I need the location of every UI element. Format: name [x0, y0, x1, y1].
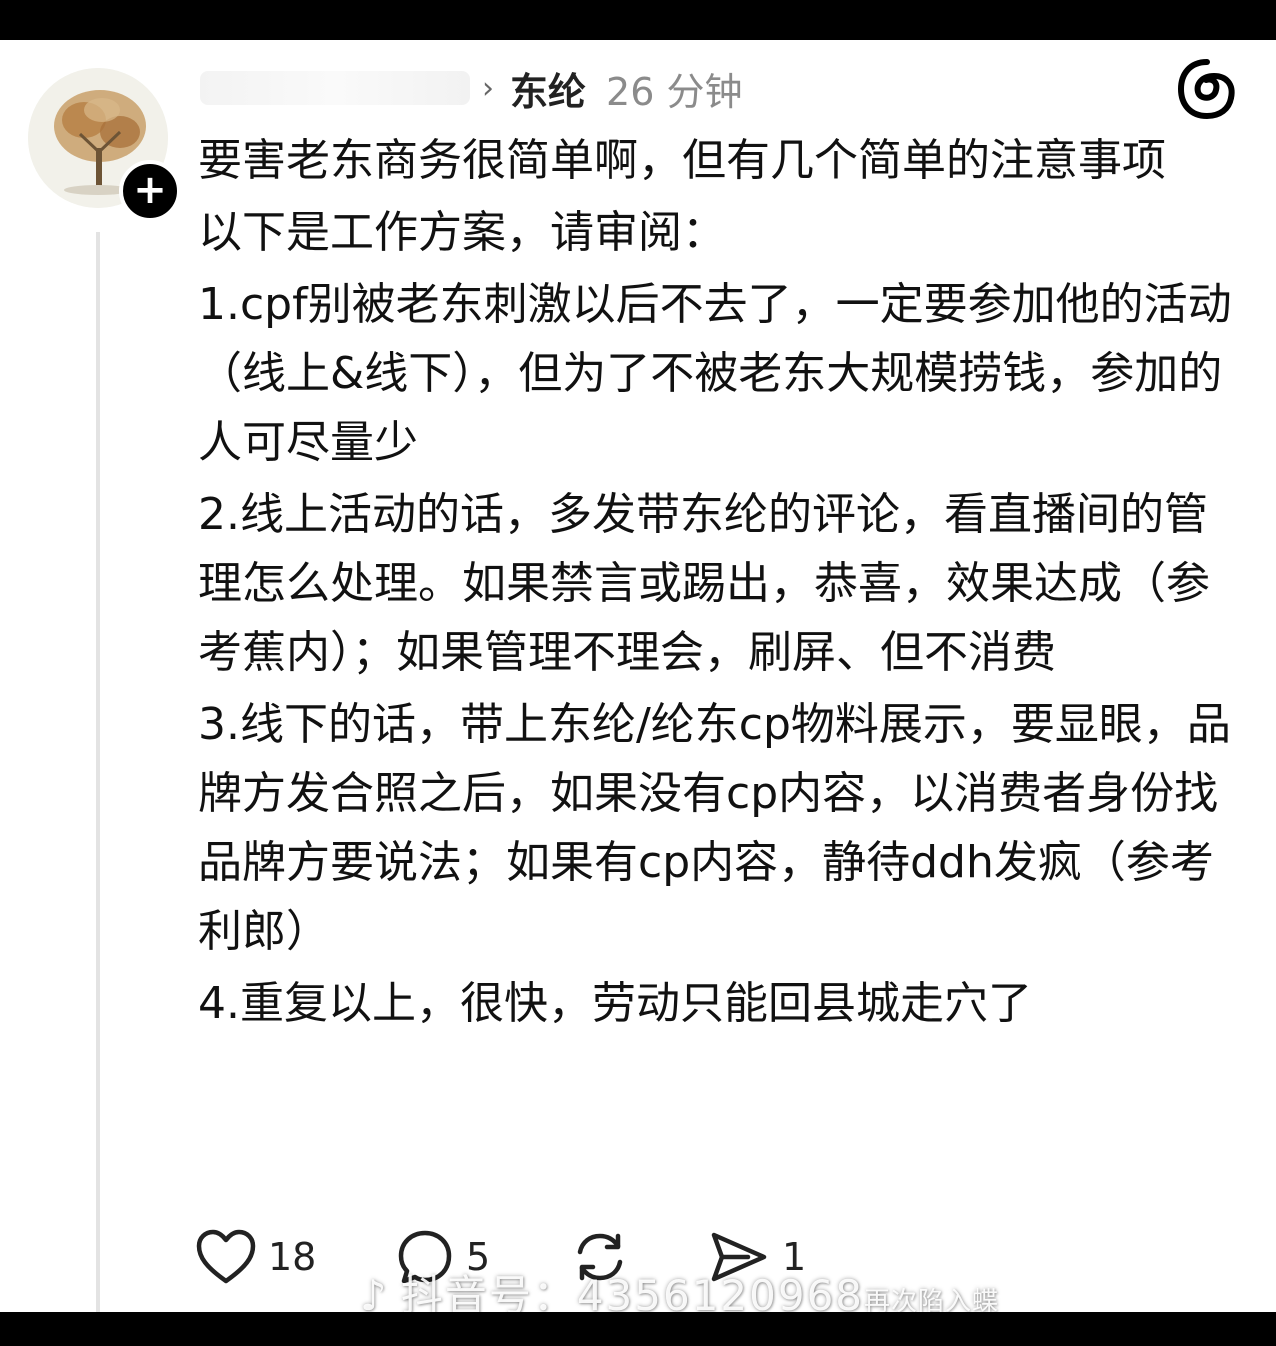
thread-line	[96, 232, 100, 1312]
post-paragraph-5: 3.线下的话，带上东纶/纶东cp物料展示，要显眼，品牌方发合照之后，如果没有cp…	[198, 699, 1231, 957]
post-time: 26 分钟	[606, 69, 743, 114]
post-paragraph-2: 以下是工作方案，请审阅：	[198, 207, 726, 258]
username-blurred	[200, 71, 470, 105]
plus-icon: +	[133, 167, 167, 213]
follow-button[interactable]: +	[119, 160, 181, 222]
post-paragraph-1: 要害老东商务很简单啊，但有几个简单的注意事项	[198, 135, 1166, 186]
post-paragraph-6: 4.重复以上，很快，劳动只能回县城走穴了	[198, 978, 1032, 1029]
like-button[interactable]: 18	[196, 1222, 316, 1292]
post-paragraph-3: 1.cpf别被老东刺激以后不去了，一定要参加他的活动（线上&线下），但为了不被老…	[198, 279, 1232, 468]
post-paragraph-4: 2.线上活动的话，多发带东纶的评论，看直播间的管理怎么处理。如果禁言或踢出，恭喜…	[198, 489, 1210, 678]
like-count: 18	[268, 1235, 317, 1279]
bottom-black-bar	[0, 1312, 1276, 1346]
chevron-right-icon: ›	[482, 70, 494, 106]
heart-icon	[196, 1229, 256, 1284]
author-tag[interactable]: 东纶	[510, 61, 586, 116]
threads-logo-icon[interactable]	[1176, 58, 1238, 120]
top-black-bar	[0, 0, 1276, 40]
post-header: › 东纶 26 分钟	[200, 62, 742, 114]
post-body: 要害老东商务很简单啊，但有几个简单的注意事项 以下是工作方案，请审阅： 1.cp…	[198, 126, 1246, 1041]
